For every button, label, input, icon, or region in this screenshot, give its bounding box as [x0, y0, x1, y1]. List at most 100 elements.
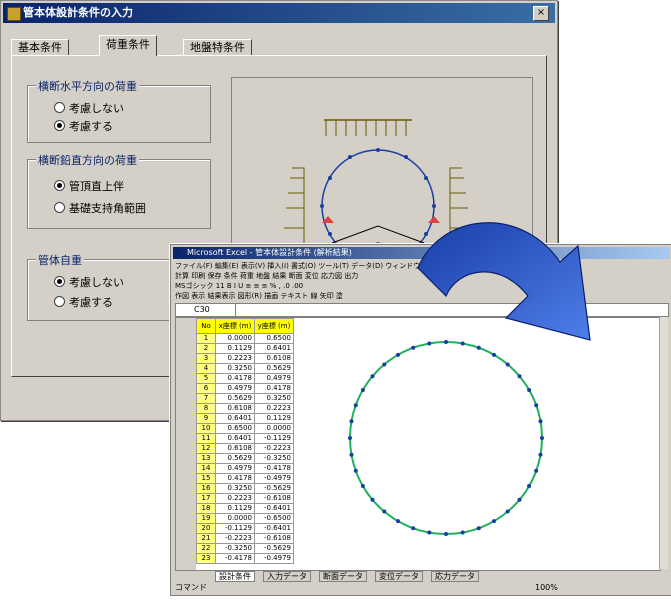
y-value-cell[interactable]: -0.6108 [254, 493, 294, 504]
row-number-cell[interactable]: 2 [196, 343, 216, 354]
row-number-cell[interactable]: 10 [196, 423, 216, 434]
y-value-cell[interactable]: -0.2223 [254, 443, 294, 454]
y-value-cell[interactable]: -0.3250 [254, 453, 294, 464]
row-number-cell[interactable]: 5 [196, 373, 216, 384]
radio-selected-icon[interactable] [54, 180, 65, 191]
row-number-cell[interactable]: 7 [196, 393, 216, 404]
close-button[interactable]: × [533, 6, 549, 21]
row-number-cell[interactable]: 4 [196, 363, 216, 374]
self-weight-option-1[interactable]: 考慮しない [54, 274, 124, 290]
tab-load[interactable]: 荷重条件 [99, 35, 157, 56]
sheet-tab[interactable]: 断面データ [319, 571, 367, 582]
x-value-cell[interactable]: 0.4979 [215, 463, 255, 474]
x-value-cell[interactable]: 0.4178 [215, 373, 255, 384]
y-value-cell[interactable]: 0.5629 [254, 363, 294, 374]
y-value-cell[interactable]: -0.4979 [254, 553, 294, 564]
row-number-cell[interactable]: 12 [196, 443, 216, 454]
excel-toolbar-3[interactable]: 作図 表示 結果表示 図形(R) 描画 テキスト 線 矢印 塗 [175, 291, 343, 301]
x-value-cell[interactable]: 0.1129 [215, 503, 255, 514]
row-number-cell[interactable]: 11 [196, 433, 216, 444]
horizontal-load-option-1[interactable]: 考慮しない [54, 100, 124, 116]
vertical-scrollbar[interactable] [659, 317, 668, 569]
x-value-cell[interactable]: 0.2223 [215, 493, 255, 504]
radio-icon[interactable] [54, 102, 65, 113]
y-value-cell[interactable]: -0.6401 [254, 523, 294, 534]
row-number-cell[interactable]: 17 [196, 493, 216, 504]
row-number-cell[interactable]: 21 [196, 533, 216, 544]
x-value-cell[interactable]: 0.6108 [215, 443, 255, 454]
tab-ground[interactable]: 地盤特条件 [183, 39, 252, 56]
y-value-cell[interactable]: -0.4178 [254, 463, 294, 474]
vertical-load-option-1[interactable]: 管頂直上伴 [54, 178, 124, 194]
row-number-cell[interactable]: 6 [196, 383, 216, 394]
x-value-cell[interactable]: 0.5629 [215, 393, 255, 404]
vertical-load-option-2[interactable]: 基礎支持角範囲 [54, 200, 146, 216]
row-number-cell[interactable]: 22 [196, 543, 216, 554]
x-value-cell[interactable]: 0.4178 [215, 473, 255, 484]
sheet-tab[interactable]: 設計条件 [215, 571, 255, 582]
radio-icon[interactable] [54, 202, 65, 213]
x-value-cell[interactable]: 0.3250 [215, 483, 255, 494]
excel-toolbar-1[interactable]: 計算 印刷 保存 条件 荷重 地盤 結果 断面 変位 応力図 出力 [175, 271, 358, 281]
row-number-cell[interactable]: 16 [196, 483, 216, 494]
x-value-cell[interactable]: 0.5629 [215, 453, 255, 464]
excel-menubar[interactable]: ファイル(F) 編集(E) 表示(V) 挿入(I) 書式(O) ツール(T) デ… [175, 261, 467, 271]
row-number-cell[interactable]: 1 [196, 333, 216, 344]
row-number-cell[interactable]: 20 [196, 523, 216, 534]
x-value-cell[interactable]: 0.6108 [215, 403, 255, 414]
y-value-cell[interactable]: 0.6108 [254, 353, 294, 364]
y-value-cell[interactable]: -0.5629 [254, 543, 294, 554]
sheet-tab[interactable]: 応力データ [431, 571, 479, 582]
y-value-cell[interactable]: -0.6401 [254, 503, 294, 514]
y-value-cell[interactable]: -0.5629 [254, 483, 294, 494]
radio-selected-icon[interactable] [54, 276, 65, 287]
row-number-cell[interactable]: 8 [196, 403, 216, 414]
y-value-cell[interactable]: -0.6500 [254, 513, 294, 524]
x-value-cell[interactable]: 0.4979 [215, 383, 255, 394]
sheet-tab[interactable]: 入力データ [263, 571, 311, 582]
pipe-node-point [476, 526, 481, 531]
tab-basic[interactable]: 基本条件 [11, 39, 69, 56]
y-value-cell[interactable]: -0.6108 [254, 533, 294, 544]
y-value-cell[interactable]: 0.1129 [254, 413, 294, 424]
y-value-cell[interactable]: 0.0000 [254, 423, 294, 434]
x-value-cell[interactable]: 0.6500 [215, 423, 255, 434]
y-value-cell[interactable]: 0.2223 [254, 403, 294, 414]
worksheet[interactable]: No x座標 (m) y座標 (m) 1 0.0000 0.6500 2 0.1129 0… [175, 317, 661, 571]
x-value-cell[interactable]: -0.3250 [215, 543, 255, 554]
y-value-cell[interactable]: 0.3250 [254, 393, 294, 404]
row-number-cell[interactable]: 3 [196, 353, 216, 364]
y-value-cell[interactable]: -0.4979 [254, 473, 294, 484]
row-number-cell[interactable]: 19 [196, 513, 216, 524]
x-value-cell[interactable]: 0.6401 [215, 433, 255, 444]
zoom-level[interactable]: 100% [535, 582, 558, 593]
y-value-cell[interactable]: 0.4979 [254, 373, 294, 384]
y-value-cell[interactable]: 0.6401 [254, 343, 294, 354]
x-value-cell[interactable]: -0.2223 [215, 533, 255, 544]
x-value-cell[interactable]: 0.6401 [215, 413, 255, 424]
radio-selected-icon[interactable] [54, 120, 65, 131]
x-value-cell[interactable]: 0.0000 [215, 513, 255, 524]
x-value-cell[interactable]: 0.0000 [215, 333, 255, 344]
formula-bar[interactable]: C30 [175, 303, 669, 317]
y-value-cell[interactable]: 0.6500 [254, 333, 294, 344]
row-number-cell[interactable]: 13 [196, 453, 216, 464]
horizontal-load-option-2[interactable]: 考慮する [54, 118, 113, 134]
row-number-cell[interactable]: 23 [196, 553, 216, 564]
row-number-cell[interactable]: 9 [196, 413, 216, 424]
x-value-cell[interactable]: 0.1129 [215, 343, 255, 354]
y-value-cell[interactable]: 0.4178 [254, 383, 294, 394]
excel-toolbar-2[interactable]: MSゴシック 11 B I U ≡ ≡ ≡ % , .0 .00 [175, 281, 303, 291]
x-value-cell[interactable]: 0.2223 [215, 353, 255, 364]
row-number-cell[interactable]: 15 [196, 473, 216, 484]
name-box[interactable]: C30 [176, 304, 236, 316]
x-value-cell[interactable]: -0.4178 [215, 553, 255, 564]
x-value-cell[interactable]: 0.3250 [215, 363, 255, 374]
row-number-cell[interactable]: 18 [196, 503, 216, 514]
self-weight-option-2[interactable]: 考慮する [54, 294, 113, 310]
radio-icon[interactable] [54, 296, 65, 307]
y-value-cell[interactable]: -0.1129 [254, 433, 294, 444]
sheet-tab[interactable]: 変位データ [375, 571, 423, 582]
row-number-cell[interactable]: 14 [196, 463, 216, 474]
x-value-cell[interactable]: -0.1129 [215, 523, 255, 534]
